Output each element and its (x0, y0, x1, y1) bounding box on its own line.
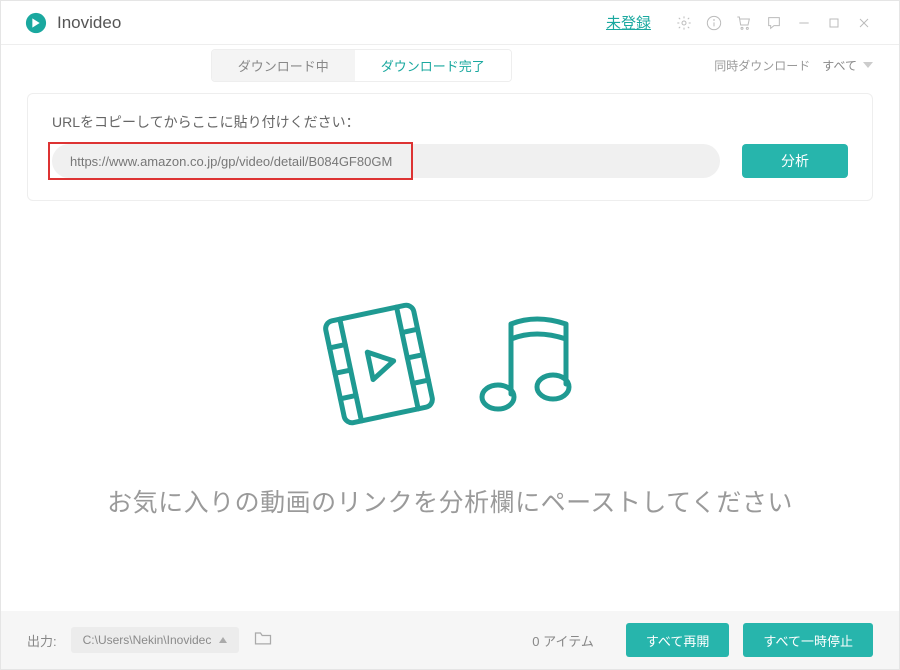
item-count: 0 アイテム (532, 631, 594, 650)
url-input-card: URLをコピーしてからここに貼り付けください： 分析 (27, 93, 873, 201)
output-path-text: C:\Users\Nekin\Inovidec (83, 633, 212, 647)
folder-icon[interactable] (253, 628, 273, 653)
app-title: Inovideo (57, 13, 121, 33)
feedback-icon[interactable] (761, 10, 787, 36)
secondary-bar: ダウンロード中 ダウンロード完了 同時ダウンロード すべて (1, 45, 899, 85)
empty-state-message: お気に入りの動画のリンクを分析欄にペーストしてください (107, 483, 793, 519)
video-film-icon (314, 294, 444, 439)
login-link[interactable]: 未登録 (606, 12, 651, 33)
info-icon[interactable] (701, 10, 727, 36)
cart-icon[interactable] (731, 10, 757, 36)
concurrent-label: 同時ダウンロード (714, 57, 810, 74)
output-label: 出力: (27, 631, 57, 650)
analyze-button[interactable]: 分析 (742, 144, 848, 178)
concurrent-download-control: 同時ダウンロード すべて (714, 57, 873, 74)
concurrent-value: すべて (822, 57, 857, 74)
titlebar: Inovideo 未登録 (1, 1, 899, 45)
chevron-up-icon (219, 637, 227, 643)
tab-downloading[interactable]: ダウンロード中 (212, 50, 355, 81)
url-instruction-label: URLをコピーしてからここに貼り付けください： (52, 112, 848, 132)
pause-all-button[interactable]: すべて一時停止 (743, 623, 873, 657)
music-note-icon (466, 299, 586, 434)
concurrent-select[interactable]: すべて (822, 57, 873, 74)
footer-bar: 出力: C:\Users\Nekin\Inovidec 0 アイテム すべて再開… (1, 611, 899, 669)
output-path-selector[interactable]: C:\Users\Nekin\Inovidec (71, 627, 240, 653)
url-row: 分析 (52, 144, 848, 178)
maximize-icon[interactable] (821, 10, 847, 36)
app-logo-icon (25, 12, 47, 34)
minimize-icon[interactable] (791, 10, 817, 36)
settings-icon[interactable] (671, 10, 697, 36)
chevron-down-icon (863, 62, 873, 68)
logo: Inovideo (25, 12, 121, 34)
empty-state-illustration (314, 294, 586, 439)
main-area: お気に入りの動画のリンクを分析欄にペーストしてください (1, 201, 899, 611)
tab-completed[interactable]: ダウンロード完了 (355, 50, 511, 81)
url-input-wrap (52, 144, 720, 178)
tab-group: ダウンロード中 ダウンロード完了 (211, 49, 512, 82)
close-icon[interactable] (851, 10, 877, 36)
resume-all-button[interactable]: すべて再開 (626, 623, 730, 657)
url-input[interactable] (52, 144, 720, 178)
app-window: Inovideo 未登録 ダウンロード中 ダウンロード完了 (0, 0, 900, 670)
